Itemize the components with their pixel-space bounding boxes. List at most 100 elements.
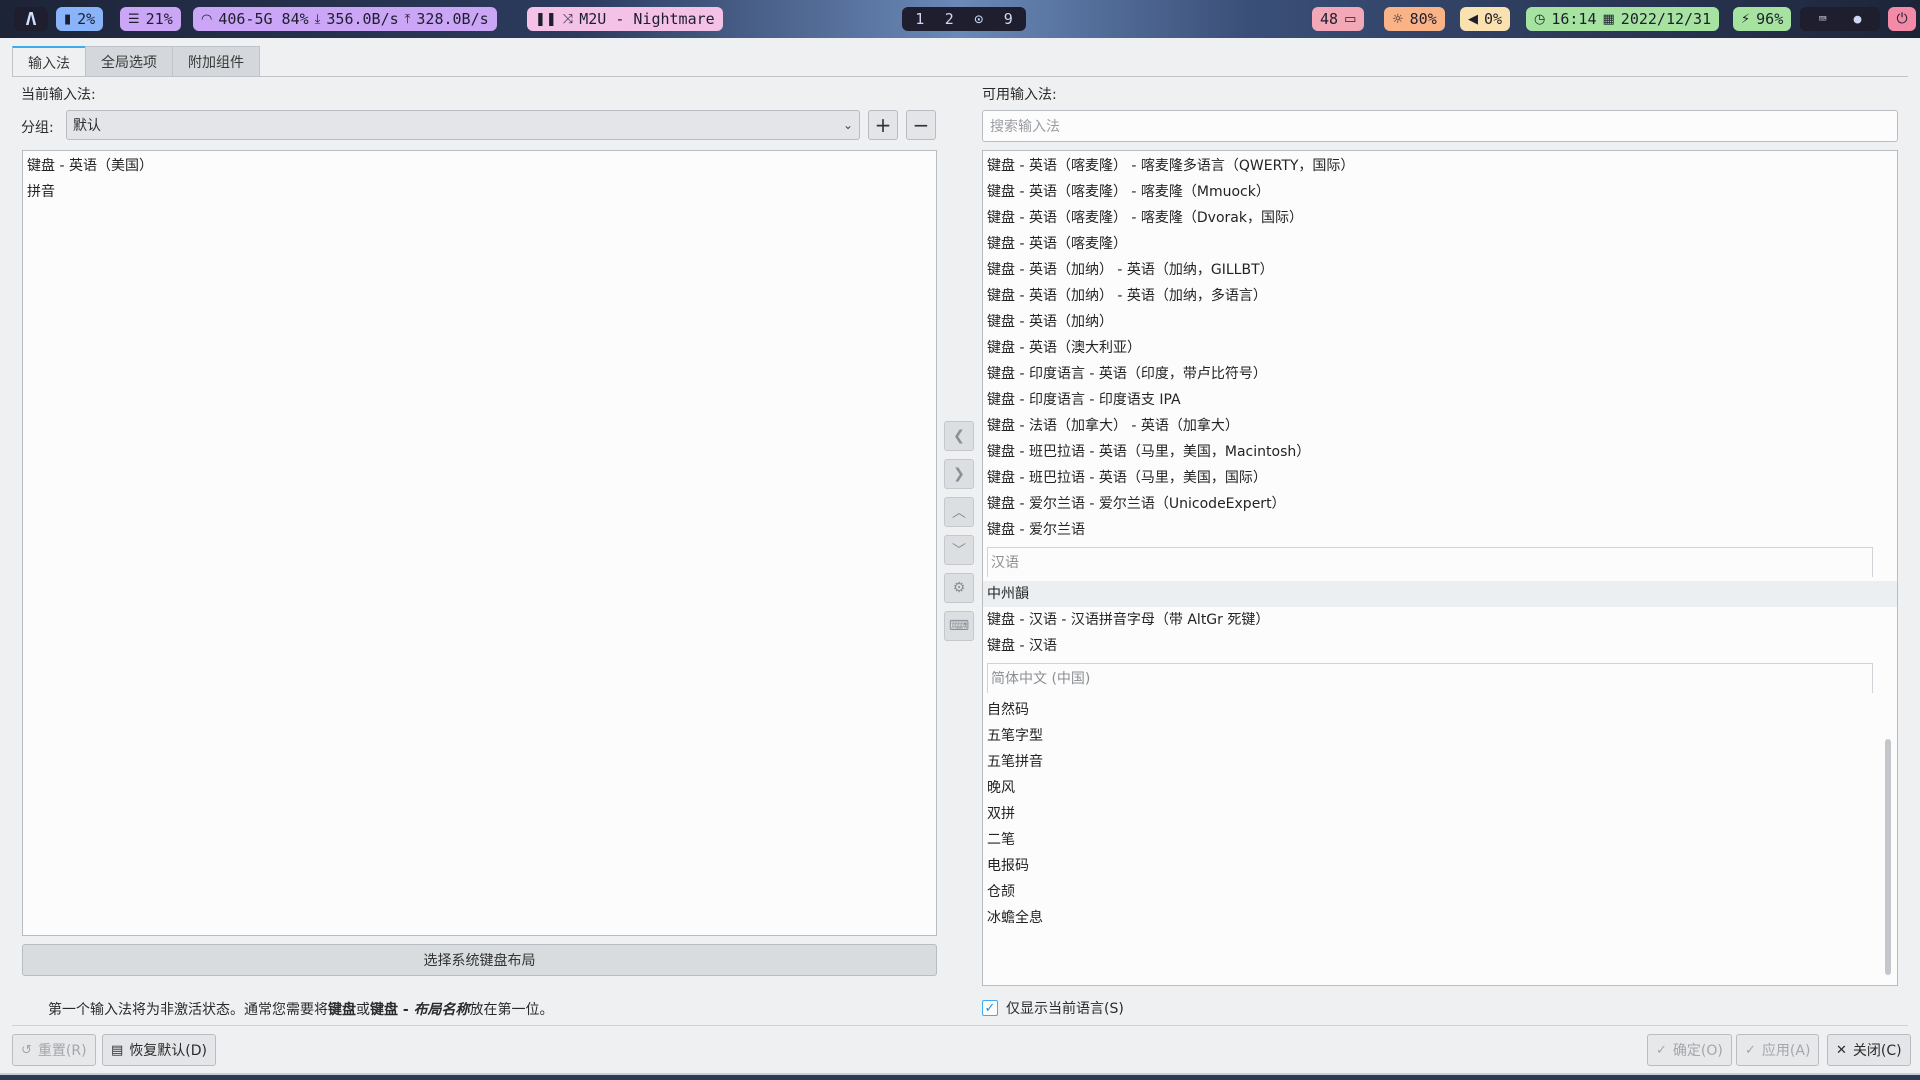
list-item[interactable]: 晚风 [983, 775, 1897, 801]
updates-widget[interactable]: 48 ▭ [1312, 7, 1365, 31]
chevron-left-icon: ❮ [953, 428, 965, 444]
checkmark-icon[interactable]: ✓ [982, 1000, 998, 1016]
tab-global-options[interactable]: 全局选项 [85, 46, 173, 76]
tab-addons[interactable]: 附加组件 [172, 46, 260, 76]
group-select[interactable]: 默认 ⌄ [66, 110, 860, 140]
ok-button[interactable]: ✓ 确定(O) [1647, 1034, 1732, 1066]
list-item[interactable]: 冰蟾全息 [983, 905, 1897, 931]
volume-widget[interactable]: ◀ 0% [1460, 7, 1511, 31]
brightness-widget[interactable]: ☼ 80% [1384, 7, 1445, 31]
list-item[interactable]: 电报码 [983, 853, 1897, 879]
list-item[interactable]: 二笔 [983, 827, 1897, 853]
gear-icon: ⚙ [952, 580, 966, 596]
chevron-up-icon: ︿ [952, 505, 966, 521]
arch-logo-icon[interactable]: Λ [14, 7, 48, 31]
list-item[interactable]: 键盘 - 英语（喀麦隆） [983, 231, 1897, 257]
group-label: 分组: [21, 120, 54, 136]
power-icon[interactable]: ⏻ [1888, 7, 1916, 31]
calendar-icon: ▦ [1602, 11, 1615, 27]
keyboard-layout-button[interactable]: ⌨ [944, 611, 974, 641]
close-button[interactable]: ✕ 关闭(C) [1827, 1034, 1911, 1066]
tab-bar: 输入法 全局选项 附加组件 [12, 46, 260, 77]
list-item[interactable]: 键盘 - 英语（加纳） - 英语（加纳，多语言） [983, 283, 1897, 309]
available-input-method-list[interactable]: 键盘 - 英语（喀麦隆） - 喀麦隆多语言（QWERTY，国际） 键盘 - 英语… [982, 150, 1898, 986]
clock-widget[interactable]: ◷ 16:14 ▦ 2022/12/31 [1526, 7, 1720, 31]
only-current-language-label: 仅显示当前语言(S) [1006, 1001, 1124, 1017]
move-down-button[interactable]: ﹀ [944, 535, 974, 565]
move-left-button[interactable]: ❮ [944, 421, 974, 451]
fcitx-config-window: 输入法 全局选项 附加组件 当前输入法: 分组: 默认 ⌄ + − 键盘 - 英… [0, 38, 1920, 1075]
search-input[interactable]: 搜索输入法 [982, 110, 1898, 142]
memory-icon: ☰ [128, 11, 140, 27]
battery-charging-icon: ⚡ [1741, 11, 1751, 27]
keyboard-icon: ⌨ [948, 618, 970, 634]
list-item[interactable]: 键盘 - 英语（喀麦隆） - 喀麦隆多语言（QWERTY，国际） [983, 153, 1897, 179]
list-item[interactable]: 键盘 - 班巴拉语 - 英语（马里，美国，Macintosh） [983, 439, 1897, 465]
battery-widget[interactable]: ⚡ 96% [1733, 7, 1792, 31]
current-input-method-label: 当前输入法: [21, 87, 96, 103]
app-tray-icon[interactable]: ● [1854, 12, 1862, 27]
group-header-simplified-chinese: 简体中文 (中国) [987, 663, 1873, 693]
current-input-method-list: 键盘 - 英语（美国） 拼音 [22, 150, 937, 936]
bulb-icon: ☼ [1392, 11, 1404, 27]
move-right-button[interactable]: ❯ [944, 459, 974, 489]
shuffle-icon[interactable]: ⤨ [563, 12, 573, 27]
list-item[interactable]: 中州韻 [983, 581, 1897, 607]
group-header-chinese: 汉语 [987, 547, 1873, 577]
restore-defaults-button[interactable]: ▤ 恢复默认(D) [102, 1034, 217, 1066]
list-item[interactable]: 五笔字型 [983, 723, 1897, 749]
reset-button[interactable]: ↺ 重置(R) [12, 1034, 96, 1066]
remove-group-button[interactable]: − [906, 110, 936, 140]
list-item[interactable]: 仓颉 [983, 879, 1897, 905]
speaker-icon: ◀ [1468, 11, 1478, 27]
list-item[interactable]: 五笔拼音 [983, 749, 1897, 775]
search-placeholder: 搜索输入法 [990, 119, 1060, 135]
list-item[interactable]: 键盘 - 印度语言 - 印度语支 IPA [983, 387, 1897, 413]
list-item[interactable]: 键盘 - 英语（加纳） - 英语（加纳，GILLBT） [983, 257, 1897, 283]
music-widget[interactable]: ❚❚ ⤨ M2U - Nightmare [527, 7, 723, 31]
memory-widget[interactable]: ☰ 21% [120, 7, 181, 31]
list-item[interactable]: 键盘 - 汉语 - 汉语拼音字母（带 AltGr 死键） [983, 607, 1897, 633]
check-icon: ✓ [1656, 1042, 1667, 1058]
list-item[interactable]: 双拼 [983, 801, 1897, 827]
list-item[interactable]: 键盘 - 英语（美国） [23, 153, 936, 179]
apply-button[interactable]: ✓ 应用(A) [1736, 1034, 1820, 1066]
network-widget[interactable]: ◠ 406-5G 84% ⤓ 356.0B/s ⤒ 328.0B/s [193, 7, 497, 31]
select-system-layout-button[interactable]: 选择系统键盘布局 [22, 944, 937, 976]
group-select-value: 默认 [73, 118, 101, 134]
pause-icon[interactable]: ❚❚ [535, 12, 557, 27]
list-item[interactable]: 键盘 - 英语（喀麦隆） - 喀麦隆（Dvorak，国际） [983, 205, 1897, 231]
list-item[interactable]: 键盘 - 英语（澳大利亚） [983, 335, 1897, 361]
workspace-1[interactable]: 1 [915, 10, 924, 28]
only-current-language-checkbox[interactable]: ✓ 仅显示当前语言(S) [982, 998, 1124, 1018]
document-icon: ▤ [111, 1042, 124, 1058]
top-bar: Λ ▮ 2% ☰ 21% ◠ 406-5G 84% ⤓ 356.0B/s ⤒ 328.0B… [0, 0, 1920, 38]
list-item[interactable]: 键盘 - 英语（加纳） [983, 309, 1897, 335]
undo-icon: ↺ [21, 1042, 32, 1058]
cpu-widget[interactable]: ▮ 2% [56, 7, 104, 31]
list-item[interactable]: 键盘 - 爱尔兰语 [983, 517, 1897, 543]
close-icon: ✕ [1836, 1042, 1847, 1058]
tab-input-method[interactable]: 输入法 [12, 46, 86, 77]
workspaces: 1 2 ⊙ 9 [902, 7, 1026, 31]
workspace-2[interactable]: 2 [945, 10, 954, 28]
keyboard-tray-icon[interactable]: ⌨ [1819, 12, 1827, 27]
minus-icon: − [912, 113, 930, 137]
plus-icon: + [874, 113, 892, 137]
chevron-right-icon: ❯ [953, 466, 965, 482]
footer-divider [12, 1025, 1908, 1026]
list-item[interactable]: 拼音 [23, 179, 936, 205]
list-item[interactable]: 键盘 - 法语（加拿大） - 英语（加拿大） [983, 413, 1897, 439]
move-up-button[interactable]: ︿ [944, 497, 974, 527]
workspace-9[interactable]: 9 [1004, 10, 1013, 28]
workspace-active[interactable]: ⊙ [974, 10, 983, 28]
list-item[interactable]: 键盘 - 英语（喀麦隆） - 喀麦隆（Mmuock） [983, 179, 1897, 205]
list-item[interactable]: 键盘 - 汉语 [983, 633, 1897, 659]
list-item[interactable]: 键盘 - 爱尔兰语 - 爱尔兰语（UnicodeExpert） [983, 491, 1897, 517]
list-item[interactable]: 键盘 - 印度语言 - 英语（印度，带卢比符号） [983, 361, 1897, 387]
list-item[interactable]: 自然码 [983, 697, 1897, 723]
configure-button[interactable]: ⚙ [944, 573, 974, 603]
add-group-button[interactable]: + [868, 110, 898, 140]
list-scrollbar[interactable] [1885, 739, 1891, 975]
list-item[interactable]: 键盘 - 班巴拉语 - 英语（马里，美国，国际） [983, 465, 1897, 491]
